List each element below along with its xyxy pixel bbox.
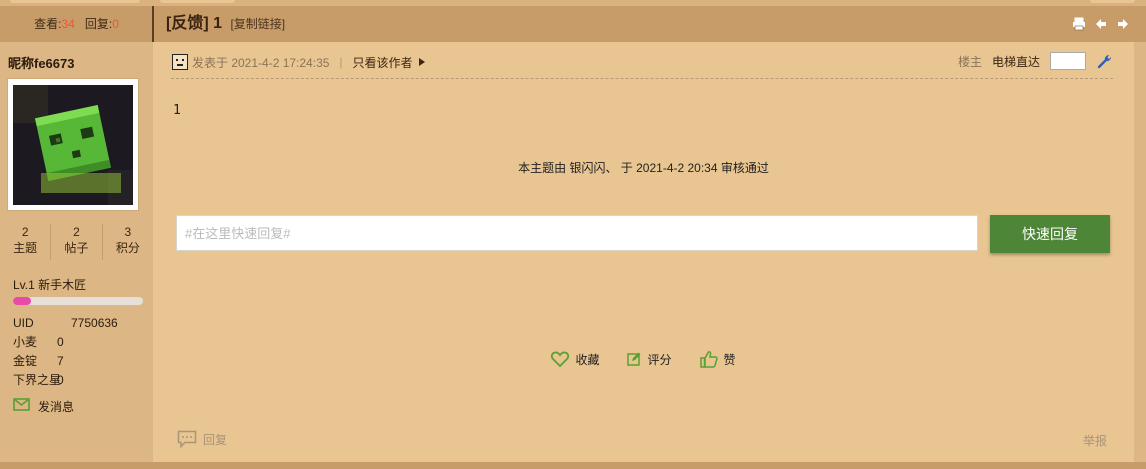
send-message-label: 发消息 xyxy=(38,399,75,414)
moderation-notice: 本主题由 银闪闪、 于 2021-4-2 20:34 审核通过 xyxy=(518,161,769,175)
elevator-label: 电梯直达 xyxy=(991,54,1040,69)
stat-points[interactable]: 3 积分 xyxy=(103,224,153,260)
stat-label: 主题 xyxy=(13,241,38,255)
stat-label: 积分 xyxy=(115,241,140,255)
info-value: 0 xyxy=(57,335,64,349)
edit-icon xyxy=(627,352,641,366)
thread-counts: 查看:34 回复:0 xyxy=(0,6,153,42)
report-link[interactable]: 举报 xyxy=(1083,432,1107,449)
quick-reply-button[interactable]: 快速回复 xyxy=(990,215,1110,253)
post-time: 发表于 2021-4-2 17:24:35 xyxy=(192,55,330,70)
comment-icon xyxy=(177,430,197,448)
info-value: 7 xyxy=(57,354,64,368)
info-value: 0 xyxy=(57,373,64,387)
stat-topics[interactable]: 2 主题 xyxy=(0,224,52,260)
post-divider xyxy=(171,78,1113,79)
post-actions: 收藏 评分 赞 xyxy=(153,350,1134,368)
mail-icon xyxy=(13,398,30,414)
like-button[interactable]: 赞 xyxy=(699,350,736,368)
post-content: 1 xyxy=(173,103,181,118)
stat-value: 2 xyxy=(21,225,29,239)
elevator-input[interactable] xyxy=(1050,52,1086,70)
info-value: 7750636 xyxy=(71,316,118,330)
send-message-button[interactable]: 发消息 xyxy=(13,397,74,415)
avatar-image xyxy=(13,85,133,205)
views-count: 34 xyxy=(61,17,75,31)
replies-count: 0 xyxy=(112,17,119,31)
author-name[interactable]: 昵称fe6673 xyxy=(8,53,74,72)
right-gutter xyxy=(1134,42,1146,462)
next-thread-icon[interactable] xyxy=(1116,17,1130,31)
copy-link-button[interactable]: [复制链接] xyxy=(230,17,285,31)
info-row-wheat: 小麦 0 xyxy=(13,333,148,352)
bottom-bar xyxy=(0,462,1146,469)
info-row-uid: UID 7750636 xyxy=(13,314,148,333)
floor-tools: 楼主 电梯直达 xyxy=(958,51,1112,71)
user-level: Lv.1 新手木匠 xyxy=(13,278,87,292)
heart-icon xyxy=(551,351,570,367)
author-stats: 2 主题 2 帖子 3 积分 xyxy=(0,224,153,260)
favorite-label: 收藏 xyxy=(575,352,600,367)
author-panel: 昵称fe6673 2 主题 2 帖子 3 积分 Lv.1 新手木匠 UID 77… xyxy=(0,42,153,462)
thread-title: [反馈] 1 xyxy=(166,15,223,32)
meta-separator: | xyxy=(339,55,343,69)
header-icons xyxy=(1072,17,1130,31)
author-face-icon xyxy=(172,54,188,70)
wrench-icon[interactable] xyxy=(1096,53,1112,69)
rate-button[interactable]: 评分 xyxy=(627,350,672,368)
print-icon[interactable] xyxy=(1072,17,1086,31)
stat-posts[interactable]: 2 帖子 xyxy=(51,224,103,260)
post-meta: 发表于 2021-4-2 17:24:35 | 只看该作者 xyxy=(172,53,425,71)
info-row-gold: 金锭 7 xyxy=(13,352,148,371)
info-key: 下界之星 xyxy=(13,373,62,387)
like-label: 赞 xyxy=(723,352,736,367)
avatar[interactable] xyxy=(8,79,138,210)
triangle-right-icon xyxy=(418,58,425,66)
only-author-link[interactable]: 只看该作者 xyxy=(353,54,413,71)
views-label: 查看: xyxy=(34,17,62,31)
thumbs-up-icon xyxy=(699,350,718,368)
top-strip-pill xyxy=(160,0,235,3)
info-key: UID xyxy=(13,316,34,330)
reply-link[interactable]: 回复 xyxy=(177,430,227,448)
stat-value: 3 xyxy=(124,225,132,239)
post-main: 发表于 2021-4-2 17:24:35 | 只看该作者 楼主 电梯直达 1 … xyxy=(153,42,1134,462)
info-row-nether-star: 下界之星 0 xyxy=(13,371,148,390)
rate-label: 评分 xyxy=(647,352,672,367)
top-strip-pill xyxy=(1090,0,1135,3)
top-strip-pill xyxy=(10,0,140,3)
reply-label: 回复 xyxy=(203,432,228,447)
stat-value: 2 xyxy=(73,225,80,239)
thread-title-wrap: [反馈] 1 [复制链接] xyxy=(166,6,285,42)
favorite-button[interactable]: 收藏 xyxy=(551,350,599,368)
floor-label: 楼主 xyxy=(957,54,982,69)
header-divider xyxy=(152,6,154,42)
quick-reply-input[interactable] xyxy=(176,215,978,251)
author-info: UID 7750636 小麦 0 金锭 7 下界之星 0 xyxy=(13,314,148,390)
level-progress-bar xyxy=(13,297,143,305)
stat-label: 帖子 xyxy=(64,241,89,255)
prev-thread-icon[interactable] xyxy=(1094,17,1108,31)
info-key: 金锭 xyxy=(13,354,38,368)
replies-label: 回复: xyxy=(84,17,113,31)
info-key: 小麦 xyxy=(13,335,38,349)
level-progress-fill xyxy=(13,297,32,305)
thread-header: 查看:34 回复:0 [反馈] 1 [复制链接] xyxy=(0,6,1146,42)
